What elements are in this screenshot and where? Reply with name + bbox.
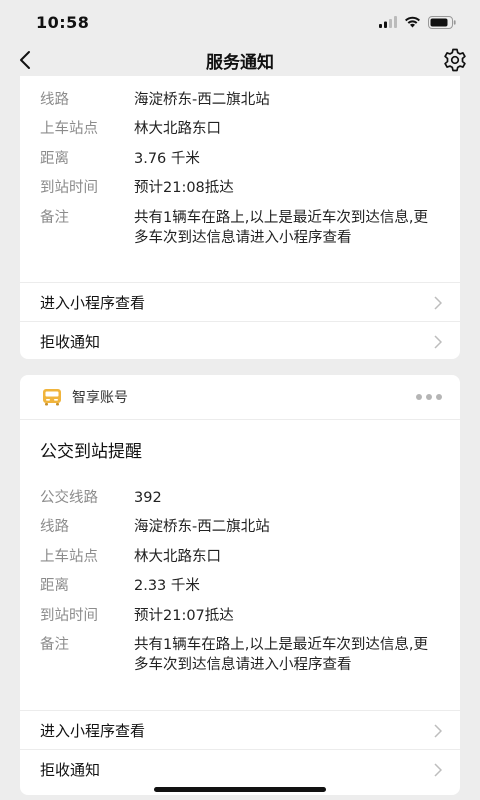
row-value: 392 [134, 490, 162, 506]
gear-icon[interactable] [442, 47, 468, 73]
chevron-right-icon [434, 724, 442, 738]
row-value: 林大北路东口 [134, 549, 221, 565]
action-label: 拒收通知 [40, 760, 101, 779]
row-value: 林大北路东口 [134, 121, 221, 137]
row-label: 上车站点 [40, 549, 98, 565]
info-row-remark: 备注 共有1辆车在路上,以上是最近车次到达信息,更多车次到达信息请进入小程序查看 [40, 208, 440, 248]
status-time: 10:58 [36, 12, 90, 32]
info-row-arrival-time: 到站时间 预计21:07抵达 [40, 606, 440, 626]
info-row-arrival-time: 到站时间 预计21:08抵达 [40, 178, 440, 198]
cellular-signal-icon [379, 16, 397, 28]
row-value: 预计21:08抵达 [134, 180, 234, 196]
info-row-bus-line: 公交线路 392 [40, 488, 440, 508]
action-label: 进入小程序查看 [40, 721, 146, 740]
info-row-route: 线路 海淀桥东-西二旗北站 [40, 517, 440, 537]
account-name: 智享账号 [72, 390, 128, 406]
row-label: 线路 [40, 519, 69, 535]
account-header[interactable]: 智享账号 [20, 375, 460, 420]
open-mini-program-button[interactable]: 进入小程序查看 [20, 710, 460, 749]
chevron-right-icon [434, 763, 442, 777]
row-label: 备注 [40, 210, 69, 226]
notification-card-2: 智享账号 公交到站提醒 公交线路 392 线路 海淀桥东-西二旗北站 上车站点 … [20, 375, 460, 795]
row-value: 海淀桥东-西二旗北站 [134, 519, 270, 535]
action-label: 进入小程序查看 [40, 293, 146, 312]
row-value: 海淀桥东-西二旗北站 [134, 92, 270, 108]
row-value: 共有1辆车在路上,以上是最近车次到达信息,更多车次到达信息请进入小程序查看 [134, 637, 428, 673]
status-icons [379, 15, 456, 29]
row-label: 公交线路 [40, 490, 98, 506]
message-title: 公交到站提醒 [40, 442, 142, 462]
home-indicator[interactable] [154, 787, 326, 792]
row-value: 预计21:07抵达 [134, 608, 234, 624]
more-dots-icon[interactable] [416, 389, 442, 405]
notification-card-1: 线路 海淀桥东-西二旗北站 上车站点 林大北路东口 距离 3.76 千米 到站时… [20, 76, 460, 359]
chevron-right-icon [434, 296, 442, 310]
wifi-icon [405, 16, 420, 28]
info-row-route: 线路 海淀桥东-西二旗北站 [40, 90, 440, 110]
row-label: 到站时间 [40, 608, 98, 624]
chevron-left-icon[interactable] [14, 48, 38, 72]
row-value: 共有1辆车在路上,以上是最近车次到达信息,更多车次到达信息请进入小程序查看 [134, 210, 428, 246]
row-label: 到站时间 [40, 180, 98, 196]
info-row-boarding-stop: 上车站点 林大北路东口 [40, 119, 440, 139]
info-row-distance: 距离 3.76 千米 [40, 149, 440, 169]
row-label: 上车站点 [40, 121, 98, 137]
row-label: 备注 [40, 637, 69, 653]
chevron-right-icon [434, 335, 442, 349]
reject-notification-button[interactable]: 拒收通知 [20, 321, 460, 359]
bus-icon [43, 389, 61, 406]
open-mini-program-button[interactable]: 进入小程序查看 [20, 282, 460, 321]
page-title: 服务通知 [206, 52, 274, 73]
row-value: 3.76 千米 [134, 151, 200, 167]
reject-notification-button[interactable]: 拒收通知 [20, 749, 460, 788]
row-label: 线路 [40, 92, 69, 108]
status-bar: 10:58 [0, 0, 480, 44]
row-label: 距离 [40, 151, 69, 167]
battery-icon [428, 15, 456, 29]
row-value: 2.33 千米 [134, 578, 200, 594]
info-row-distance: 距离 2.33 千米 [40, 576, 440, 596]
row-label: 距离 [40, 578, 69, 594]
info-row-remark: 备注 共有1辆车在路上,以上是最近车次到达信息,更多车次到达信息请进入小程序查看 [40, 635, 440, 675]
action-label: 拒收通知 [40, 332, 101, 351]
info-row-boarding-stop: 上车站点 林大北路东口 [40, 547, 440, 567]
nav-bar: 服务通知 [0, 40, 480, 80]
